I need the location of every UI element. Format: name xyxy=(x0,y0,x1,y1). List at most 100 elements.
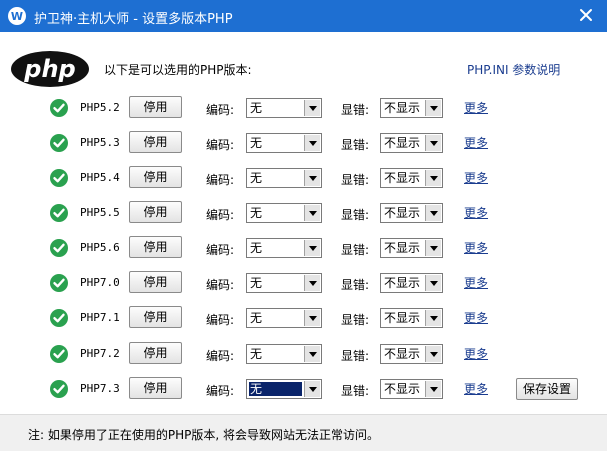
chevron-down-icon[interactable] xyxy=(304,205,320,221)
encoding-label: 编码: xyxy=(206,243,235,257)
chevron-down-icon[interactable] xyxy=(425,240,441,256)
display-errors-label: 显错: xyxy=(341,384,370,398)
encoding-value: 无 xyxy=(250,171,263,185)
encoding-label: 编码: xyxy=(206,313,235,327)
chevron-down-icon[interactable] xyxy=(304,310,320,326)
display-errors-label: 显错: xyxy=(341,349,370,363)
more-link[interactable]: 更多 xyxy=(464,274,488,291)
encoding-select[interactable]: 无 xyxy=(246,379,322,399)
more-link[interactable]: 更多 xyxy=(464,134,488,151)
check-circle-icon xyxy=(49,273,69,293)
encoding-value: 无 xyxy=(250,206,263,220)
encoding-value: 无 xyxy=(250,311,263,325)
chevron-down-icon[interactable] xyxy=(304,135,320,151)
version-row: PHP5.5 停用 编码: 无 显错: 不显示 更多 xyxy=(0,201,607,227)
display-errors-select[interactable]: 不显示 xyxy=(380,168,443,188)
encoding-select[interactable]: 无 xyxy=(246,273,322,293)
version-row: PHP5.6 停用 编码: 无 显错: 不显示 更多 xyxy=(0,236,607,262)
encoding-label: 编码: xyxy=(206,103,235,117)
php-logo-text: php xyxy=(23,55,75,83)
stop-button[interactable]: 停用 xyxy=(129,201,182,223)
version-label: PHP7.2 xyxy=(80,347,120,360)
encoding-select[interactable]: 无 xyxy=(246,344,322,364)
stop-button[interactable]: 停用 xyxy=(129,131,182,153)
stop-button[interactable]: 停用 xyxy=(129,377,182,399)
version-row: PHP7.2 停用 编码: 无 显错: 不显示 更多 xyxy=(0,342,607,368)
version-row: PHP7.1 停用 编码: 无 显错: 不显示 更多 xyxy=(0,306,607,332)
display-errors-select[interactable]: 不显示 xyxy=(380,308,443,328)
chevron-down-icon[interactable] xyxy=(425,275,441,291)
display-errors-select[interactable]: 不显示 xyxy=(380,273,443,293)
display-errors-value: 不显示 xyxy=(384,101,421,115)
close-icon[interactable] xyxy=(575,4,597,26)
display-errors-value: 不显示 xyxy=(384,171,421,185)
encoding-select[interactable]: 无 xyxy=(246,168,322,188)
encoding-select[interactable]: 无 xyxy=(246,203,322,223)
php-logo: php xyxy=(10,50,90,88)
stop-button[interactable]: 停用 xyxy=(129,271,182,293)
php-ini-help-link[interactable]: PHP.INI 参数说明 xyxy=(467,61,560,78)
encoding-select[interactable]: 无 xyxy=(246,308,322,328)
more-link[interactable]: 更多 xyxy=(464,239,488,256)
settings-window: W 护卫神·主机大师 - 设置多版本PHP php 以下是可以选用的PHP版本:… xyxy=(0,0,607,451)
stop-button[interactable]: 停用 xyxy=(129,236,182,258)
display-errors-value: 不显示 xyxy=(384,136,421,150)
stop-button[interactable]: 停用 xyxy=(129,342,182,364)
chevron-down-icon[interactable] xyxy=(304,275,320,291)
display-errors-label: 显错: xyxy=(341,103,370,117)
more-link[interactable]: 更多 xyxy=(464,169,488,186)
display-errors-select[interactable]: 不显示 xyxy=(380,133,443,153)
encoding-select[interactable]: 无 xyxy=(246,98,322,118)
more-link[interactable]: 更多 xyxy=(464,345,488,362)
title-bar: W 护卫神·主机大师 - 设置多版本PHP xyxy=(0,0,607,32)
encoding-select[interactable]: 无 xyxy=(246,133,322,153)
window-title: 护卫神·主机大师 - 设置多版本PHP xyxy=(34,12,233,27)
version-row: PHP5.2 停用 编码: 无 显错: 不显示 更多 xyxy=(0,96,607,122)
encoding-select[interactable]: 无 xyxy=(246,238,322,258)
encoding-value: 无 xyxy=(250,241,263,255)
display-errors-label: 显错: xyxy=(341,313,370,327)
version-label: PHP5.3 xyxy=(80,136,120,149)
display-errors-label: 显错: xyxy=(341,243,370,257)
display-errors-label: 显错: xyxy=(341,173,370,187)
chevron-down-icon[interactable] xyxy=(304,100,320,116)
display-errors-select[interactable]: 不显示 xyxy=(380,98,443,118)
chevron-down-icon[interactable] xyxy=(304,346,320,362)
encoding-value: 无 xyxy=(250,276,263,290)
chevron-down-icon[interactable] xyxy=(425,205,441,221)
chevron-down-icon[interactable] xyxy=(304,381,320,397)
chevron-down-icon[interactable] xyxy=(425,310,441,326)
chevron-down-icon[interactable] xyxy=(425,135,441,151)
display-errors-select[interactable]: 不显示 xyxy=(380,344,443,364)
shield-w-icon: W xyxy=(8,7,26,25)
check-circle-icon xyxy=(49,203,69,223)
svg-text:W: W xyxy=(11,10,23,23)
check-circle-icon xyxy=(49,344,69,364)
intro-text: 以下是可以选用的PHP版本: xyxy=(104,63,252,77)
save-settings-button[interactable]: 保存设置 xyxy=(516,378,578,400)
display-errors-value: 不显示 xyxy=(384,382,421,396)
version-label: PHP5.5 xyxy=(80,206,120,219)
chevron-down-icon[interactable] xyxy=(425,100,441,116)
chevron-down-icon[interactable] xyxy=(425,381,441,397)
encoding-label: 编码: xyxy=(206,138,235,152)
more-link[interactable]: 更多 xyxy=(464,380,488,397)
footer-note: 注: 如果停用了正在使用的PHP版本, 将会导致网站无法正常访问。 xyxy=(28,428,379,442)
stop-button[interactable]: 停用 xyxy=(129,306,182,328)
stop-button[interactable]: 停用 xyxy=(129,96,182,118)
chevron-down-icon[interactable] xyxy=(304,170,320,186)
display-errors-select[interactable]: 不显示 xyxy=(380,203,443,223)
version-row: PHP5.3 停用 编码: 无 显错: 不显示 更多 xyxy=(0,131,607,157)
more-link[interactable]: 更多 xyxy=(464,204,488,221)
display-errors-select[interactable]: 不显示 xyxy=(380,238,443,258)
check-circle-icon xyxy=(49,133,69,153)
chevron-down-icon[interactable] xyxy=(425,170,441,186)
stop-button[interactable]: 停用 xyxy=(129,166,182,188)
chevron-down-icon[interactable] xyxy=(425,346,441,362)
display-errors-value: 不显示 xyxy=(384,241,421,255)
more-link[interactable]: 更多 xyxy=(464,99,488,116)
chevron-down-icon[interactable] xyxy=(304,240,320,256)
display-errors-select[interactable]: 不显示 xyxy=(380,379,443,399)
version-label: PHP7.1 xyxy=(80,311,120,324)
more-link[interactable]: 更多 xyxy=(464,309,488,326)
